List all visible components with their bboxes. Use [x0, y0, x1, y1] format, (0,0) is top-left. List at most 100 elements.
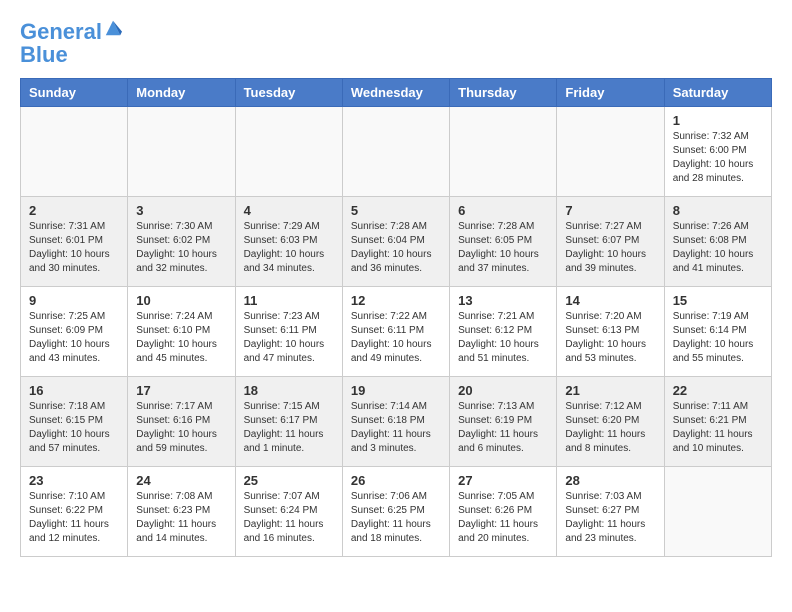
calendar-cell: [342, 107, 449, 197]
day-number: 22: [673, 383, 763, 398]
day-number: 3: [136, 203, 226, 218]
calendar-cell: 26Sunrise: 7:06 AM Sunset: 6:25 PM Dayli…: [342, 467, 449, 557]
day-number: 2: [29, 203, 119, 218]
week-row-5: 23 Sunrise: 7:10 AM Sunset: 6:22 PM Dayli…: [21, 467, 772, 557]
calendar: SundayMondayTuesdayWednesdayThursdayFrid…: [20, 78, 772, 557]
calendar-cell: 7 Sunrise: 7:27 AM Sunset: 6:07 PM Daylig…: [557, 197, 664, 287]
day-number: 7: [565, 203, 655, 218]
day-number: 27: [458, 473, 548, 488]
calendar-cell: 17 Sunrise: 7:17 AM Sunset: 6:16 PM Dayli…: [128, 377, 235, 467]
cell-info: Sunrise: 7:19 AM Sunset: 6:14 PM Dayligh…: [673, 310, 763, 366]
logo-text: General: [20, 20, 102, 44]
weekday-header-tuesday: Tuesday: [235, 79, 342, 107]
day-number: 21: [565, 383, 655, 398]
calendar-cell: [128, 107, 235, 197]
weekday-header-wednesday: Wednesday: [342, 79, 449, 107]
calendar-cell: 23 Sunrise: 7:10 AM Sunset: 6:22 PM Dayli…: [21, 467, 128, 557]
day-number: 12: [351, 293, 441, 308]
cell-info: Sunrise: 7:18 AM Sunset: 6:15 PM Dayligh…: [29, 400, 119, 456]
calendar-cell: [21, 107, 128, 197]
day-number: 16: [29, 383, 119, 398]
week-row-3: 9 Sunrise: 7:25 AM Sunset: 6:09 PM Daylig…: [21, 287, 772, 377]
weekday-header-thursday: Thursday: [450, 79, 557, 107]
calendar-cell: 14Sunrise: 7:20 AM Sunset: 6:13 PM Dayli…: [557, 287, 664, 377]
cell-info: Sunrise: 7:22 AM Sunset: 6:11 PM Dayligh…: [351, 310, 441, 366]
cell-info: Sunrise: 7:21 AM Sunset: 6:12 PM Dayligh…: [458, 310, 548, 366]
week-row-1: 1 Sunrise: 7:32 AM Sunset: 6:00 PM Daylig…: [21, 107, 772, 197]
cell-info: Sunrise: 7:17 AM Sunset: 6:16 PM Dayligh…: [136, 400, 226, 456]
page-header: General Blue: [20, 20, 772, 68]
calendar-cell: 24 Sunrise: 7:08 AM Sunset: 6:23 PM Dayli…: [128, 467, 235, 557]
day-number: 25: [244, 473, 334, 488]
cell-info: Sunrise: 7:10 AM Sunset: 6:22 PM Dayligh…: [29, 490, 119, 546]
cell-info: Sunrise: 7:13 AM Sunset: 6:19 PM Dayligh…: [458, 400, 548, 456]
cell-info: Sunrise: 7:30 AM Sunset: 6:02 PM Dayligh…: [136, 220, 226, 276]
cell-info: Sunrise: 7:32 AM Sunset: 6:00 PM Dayligh…: [673, 130, 763, 186]
cell-info: Sunrise: 7:28 AM Sunset: 6:05 PM Dayligh…: [458, 220, 548, 276]
weekday-header-monday: Monday: [128, 79, 235, 107]
calendar-cell: 20 Sunrise: 7:13 AM Sunset: 6:19 PM Dayli…: [450, 377, 557, 467]
day-number: 23: [29, 473, 119, 488]
weekday-header-saturday: Saturday: [664, 79, 771, 107]
calendar-cell: 5 Sunrise: 7:28 AM Sunset: 6:04 PM Daylig…: [342, 197, 449, 287]
day-number: 17: [136, 383, 226, 398]
cell-info: Sunrise: 7:27 AM Sunset: 6:07 PM Dayligh…: [565, 220, 655, 276]
weekday-header-row: SundayMondayTuesdayWednesdayThursdayFrid…: [21, 79, 772, 107]
cell-info: Sunrise: 7:28 AM Sunset: 6:04 PM Dayligh…: [351, 220, 441, 276]
day-number: 11: [244, 293, 334, 308]
calendar-cell: 13 Sunrise: 7:21 AM Sunset: 6:12 PM Dayli…: [450, 287, 557, 377]
calendar-cell: 3 Sunrise: 7:30 AM Sunset: 6:02 PM Daylig…: [128, 197, 235, 287]
logo-blue: Blue: [20, 42, 68, 68]
cell-info: Sunrise: 7:07 AM Sunset: 6:24 PM Dayligh…: [244, 490, 334, 546]
day-number: 26: [351, 473, 441, 488]
day-number: 1: [673, 113, 763, 128]
day-number: 18: [244, 383, 334, 398]
day-number: 24: [136, 473, 226, 488]
day-number: 8: [673, 203, 763, 218]
cell-info: Sunrise: 7:26 AM Sunset: 6:08 PM Dayligh…: [673, 220, 763, 276]
weekday-header-friday: Friday: [557, 79, 664, 107]
day-number: 13: [458, 293, 548, 308]
calendar-cell: 9 Sunrise: 7:25 AM Sunset: 6:09 PM Daylig…: [21, 287, 128, 377]
calendar-cell: 19 Sunrise: 7:14 AM Sunset: 6:18 PM Dayli…: [342, 377, 449, 467]
cell-info: Sunrise: 7:23 AM Sunset: 6:11 PM Dayligh…: [244, 310, 334, 366]
calendar-cell: 22 Sunrise: 7:11 AM Sunset: 6:21 PM Dayli…: [664, 377, 771, 467]
calendar-cell: 8 Sunrise: 7:26 AM Sunset: 6:08 PM Daylig…: [664, 197, 771, 287]
calendar-cell: 6 Sunrise: 7:28 AM Sunset: 6:05 PM Daylig…: [450, 197, 557, 287]
calendar-cell: 4 Sunrise: 7:29 AM Sunset: 6:03 PM Daylig…: [235, 197, 342, 287]
cell-info: Sunrise: 7:25 AM Sunset: 6:09 PM Dayligh…: [29, 310, 119, 366]
calendar-cell: 1 Sunrise: 7:32 AM Sunset: 6:00 PM Daylig…: [664, 107, 771, 197]
calendar-cell: [450, 107, 557, 197]
calendar-cell: 21Sunrise: 7:12 AM Sunset: 6:20 PM Dayli…: [557, 377, 664, 467]
cell-info: Sunrise: 7:03 AM Sunset: 6:27 PM Dayligh…: [565, 490, 655, 546]
calendar-cell: 25 Sunrise: 7:07 AM Sunset: 6:24 PM Dayli…: [235, 467, 342, 557]
day-number: 5: [351, 203, 441, 218]
calendar-cell: [664, 467, 771, 557]
calendar-cell: [557, 107, 664, 197]
calendar-cell: 16 Sunrise: 7:18 AM Sunset: 6:15 PM Dayli…: [21, 377, 128, 467]
day-number: 19: [351, 383, 441, 398]
cell-info: Sunrise: 7:05 AM Sunset: 6:26 PM Dayligh…: [458, 490, 548, 546]
day-number: 9: [29, 293, 119, 308]
day-number: 6: [458, 203, 548, 218]
calendar-cell: [235, 107, 342, 197]
cell-info: Sunrise: 7:08 AM Sunset: 6:23 PM Dayligh…: [136, 490, 226, 546]
calendar-cell: 18Sunrise: 7:15 AM Sunset: 6:17 PM Dayli…: [235, 377, 342, 467]
day-number: 20: [458, 383, 548, 398]
logo-icon: [104, 19, 122, 37]
cell-info: Sunrise: 7:24 AM Sunset: 6:10 PM Dayligh…: [136, 310, 226, 366]
calendar-cell: 11 Sunrise: 7:23 AM Sunset: 6:11 PM Dayli…: [235, 287, 342, 377]
week-row-4: 16 Sunrise: 7:18 AM Sunset: 6:15 PM Dayli…: [21, 377, 772, 467]
day-number: 15: [673, 293, 763, 308]
calendar-cell: 15 Sunrise: 7:19 AM Sunset: 6:14 PM Dayli…: [664, 287, 771, 377]
cell-info: Sunrise: 7:11 AM Sunset: 6:21 PM Dayligh…: [673, 400, 763, 456]
day-number: 4: [244, 203, 334, 218]
logo: General Blue: [20, 20, 122, 68]
cell-info: Sunrise: 7:20 AM Sunset: 6:13 PM Dayligh…: [565, 310, 655, 366]
weekday-header-sunday: Sunday: [21, 79, 128, 107]
cell-info: Sunrise: 7:29 AM Sunset: 6:03 PM Dayligh…: [244, 220, 334, 276]
week-row-2: 2Sunrise: 7:31 AM Sunset: 6:01 PM Daylig…: [21, 197, 772, 287]
cell-info: Sunrise: 7:14 AM Sunset: 6:18 PM Dayligh…: [351, 400, 441, 456]
calendar-cell: 12 Sunrise: 7:22 AM Sunset: 6:11 PM Dayli…: [342, 287, 449, 377]
day-number: 10: [136, 293, 226, 308]
